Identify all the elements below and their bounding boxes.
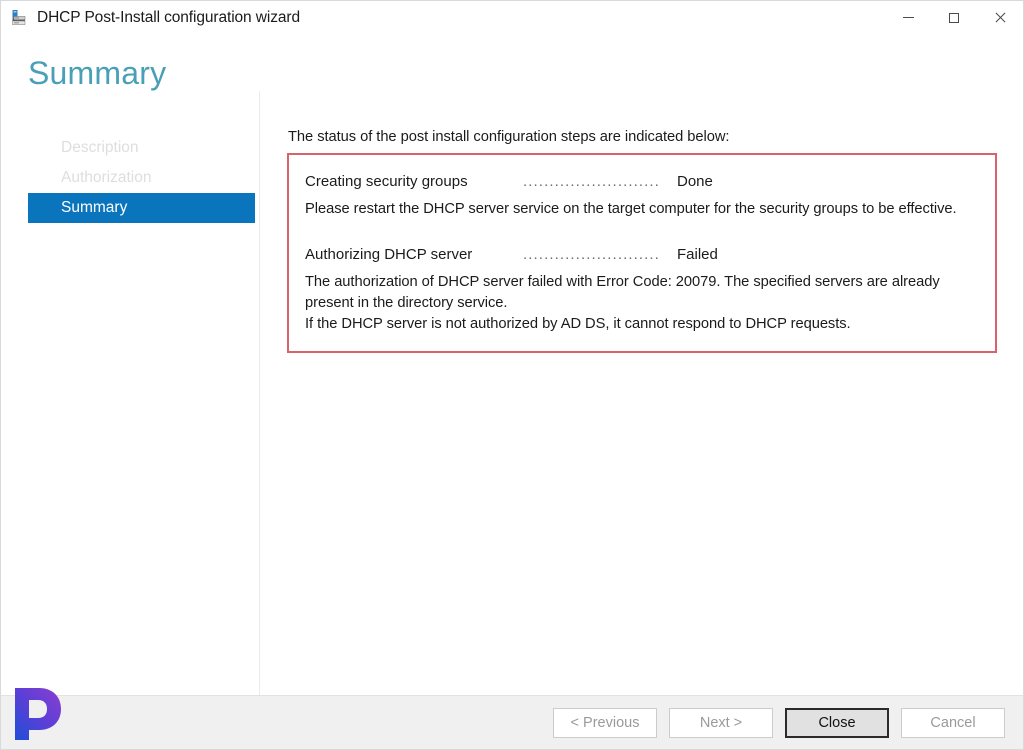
sidebar-item-label: Description xyxy=(61,139,139,157)
next-button[interactable]: Next > xyxy=(669,707,773,738)
status-spacer xyxy=(305,220,978,246)
window-title: DHCP Post-Install configuration wizard xyxy=(37,8,300,26)
sidebar-item-summary[interactable]: Summary xyxy=(28,193,255,224)
cancel-button[interactable]: Cancel xyxy=(901,707,1005,738)
sidebar-item-label: Summary xyxy=(61,199,128,217)
maximize-button[interactable] xyxy=(931,1,977,34)
close-wizard-button[interactable]: Close xyxy=(785,707,889,738)
status-error-line: The authorization of DHCP server failed … xyxy=(305,274,940,312)
intro-text: The status of the post install configura… xyxy=(288,129,730,146)
summary-pane: The status of the post install configura… xyxy=(260,91,1023,695)
close-icon xyxy=(994,12,1006,24)
status-label: Authorizing DHCP server xyxy=(305,246,473,264)
sidebar-item-description[interactable]: Description xyxy=(28,133,255,163)
dhcp-post-install-wizard-window: DHCP Post-Install configuration wizard S… xyxy=(0,0,1024,750)
status-note: Please restart the DHCP server service o… xyxy=(305,201,957,218)
dhcp-server-icon xyxy=(9,7,31,29)
status-label: Creating security groups xyxy=(305,173,468,191)
previous-button[interactable]: < Previous xyxy=(553,707,657,738)
sidebar-item-authorization[interactable]: Authorization xyxy=(28,163,255,193)
wizard-body: Description Authorization Summary The st… xyxy=(1,91,1023,695)
status-panel: Creating security groups ...............… xyxy=(287,153,997,354)
minimize-button[interactable] xyxy=(885,1,931,34)
status-leader-dots: ...................................... xyxy=(523,246,661,262)
wizard-step-nav: Description Authorization Summary xyxy=(1,91,260,695)
sidebar-item-label: Authorization xyxy=(61,169,152,187)
status-row: Creating security groups ...............… xyxy=(305,173,978,190)
status-leader-dots: ...................................... xyxy=(523,173,661,189)
maximize-icon xyxy=(949,12,959,23)
status-error-line: If the DHCP server is not authorized by … xyxy=(305,316,851,333)
wizard-footer: < Previous Next > Close Cancel xyxy=(1,695,1023,749)
minimize-icon xyxy=(902,17,914,18)
status-value: Done xyxy=(677,173,713,191)
status-row: Authorizing DHCP server ................… xyxy=(305,246,978,263)
close-button[interactable] xyxy=(977,1,1023,34)
title-bar: DHCP Post-Install configuration wizard xyxy=(1,1,1023,34)
page-title: Summary xyxy=(28,55,167,91)
status-value: Failed xyxy=(677,246,718,264)
